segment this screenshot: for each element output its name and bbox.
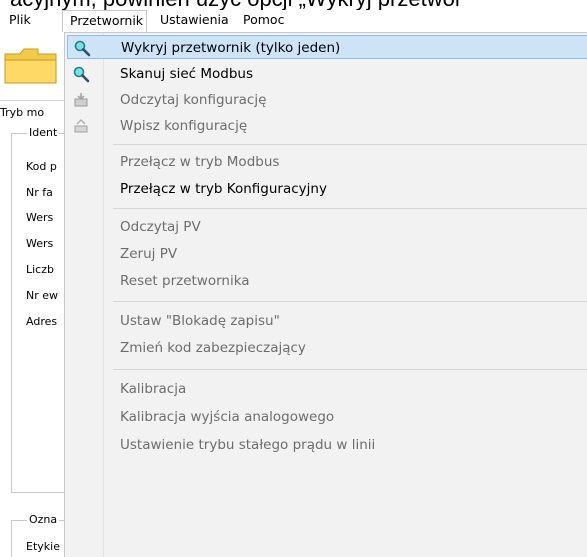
menu-item-label: Przełącz w tryb Modbus — [120, 154, 280, 170]
menu-separator — [113, 369, 587, 370]
menu-bar: Plik Przetwornik Ustawienia Pomoc — [0, 10, 587, 32]
field-label: Nr ew — [26, 289, 59, 302]
menu-separator — [113, 144, 587, 145]
field-label: Liczb — [26, 263, 54, 276]
menu-separator — [113, 301, 587, 302]
field-label: Etykie — [26, 540, 60, 553]
menu-item-set-write-lock[interactable]: Ustaw "Blokadę zapisu" — [67, 309, 587, 333]
przetwornik-dropdown-menu: Wykryj przetwornik (tylko jeden) Skanuj … — [64, 32, 587, 557]
menu-plik[interactable]: Plik — [2, 10, 38, 32]
identification-group-title: Ident — [27, 126, 60, 139]
menu-item-label: Wykryj przetwornik (tylko jeden) — [121, 40, 341, 56]
menu-item-label: Skanuj sieć Modbus — [120, 66, 254, 82]
menu-item-read-config[interactable]: Odczytaj konfigurację — [67, 88, 587, 112]
field-label: Adres — [26, 315, 58, 328]
menu-item-label: Odczytaj konfigurację — [120, 92, 267, 108]
menu-ustawienia[interactable]: Ustawienia — [153, 10, 236, 32]
toolbar-divider — [0, 100, 70, 101]
menu-item-label: Kalibracja wyjścia analogowego — [120, 409, 335, 425]
menu-separator — [113, 208, 587, 209]
magnifier-icon — [73, 39, 91, 57]
mode-label: Tryb mo — [0, 106, 45, 119]
write-config-icon — [72, 117, 90, 135]
menu-item-label: Reset przetwornika — [120, 273, 250, 289]
menu-item-change-security-code[interactable]: Zmień kod zabezpieczający — [67, 336, 587, 360]
menu-pomoc[interactable]: Pomoc — [236, 10, 291, 32]
menu-item-analog-output-calibration[interactable]: Kalibracja wyjścia analogowego — [67, 405, 587, 429]
menu-item-label: Kalibracja — [120, 381, 187, 397]
menu-item-reset-transmitter[interactable]: Reset przetwornika — [67, 269, 587, 293]
app-window: acyjnym, powinien użyć opcji „Wykryj prz… — [0, 0, 587, 557]
menu-item-label: Wpisz konfigurację — [120, 118, 248, 134]
field-label: Wers — [26, 237, 54, 250]
menu-item-label: Odczytaj PV — [120, 219, 201, 235]
menu-item-read-pv[interactable]: Odczytaj PV — [67, 215, 587, 239]
read-config-icon — [72, 91, 90, 109]
menu-item-write-config[interactable]: Wpisz konfigurację — [67, 114, 587, 138]
menu-item-calibration[interactable]: Kalibracja — [67, 377, 587, 401]
menu-przetwornik[interactable]: Przetwornik — [62, 10, 147, 32]
cropped-document-text: acyjnym, powinien użyć opcji „Wykryj prz… — [0, 0, 587, 10]
menu-item-label: Zmień kod zabezpieczający — [120, 340, 306, 356]
field-label: Kod p — [26, 160, 57, 173]
menu-item-label: Zeruj PV — [120, 246, 178, 262]
menu-item-zero-pv[interactable]: Zeruj PV — [67, 242, 587, 266]
field-label: Wers — [26, 211, 54, 224]
field-label: Nr fa — [26, 186, 53, 199]
menu-item-label: Przełącz w tryb Konfiguracyjny — [120, 181, 327, 197]
open-folder-icon[interactable] — [4, 48, 58, 84]
menu-item-scan-modbus[interactable]: Skanuj sieć Modbus — [67, 62, 587, 86]
menu-item-label: Ustawienie trybu stałego prądu w linii — [120, 437, 376, 453]
menu-item-label: Ustaw "Blokadę zapisu" — [120, 313, 280, 329]
menu-item-fixed-current-mode[interactable]: Ustawienie trybu stałego prądu w linii — [67, 433, 587, 457]
marking-group-title: Ozna — [27, 513, 60, 526]
menu-item-switch-modbus[interactable]: Przełącz w tryb Modbus — [67, 150, 587, 174]
magnifier-icon — [72, 65, 90, 83]
menu-item-detect-transmitter[interactable]: Wykryj przetwornik (tylko jeden) — [67, 35, 587, 59]
menu-item-switch-config-mode[interactable]: Przełącz w tryb Konfiguracyjny — [67, 177, 587, 201]
